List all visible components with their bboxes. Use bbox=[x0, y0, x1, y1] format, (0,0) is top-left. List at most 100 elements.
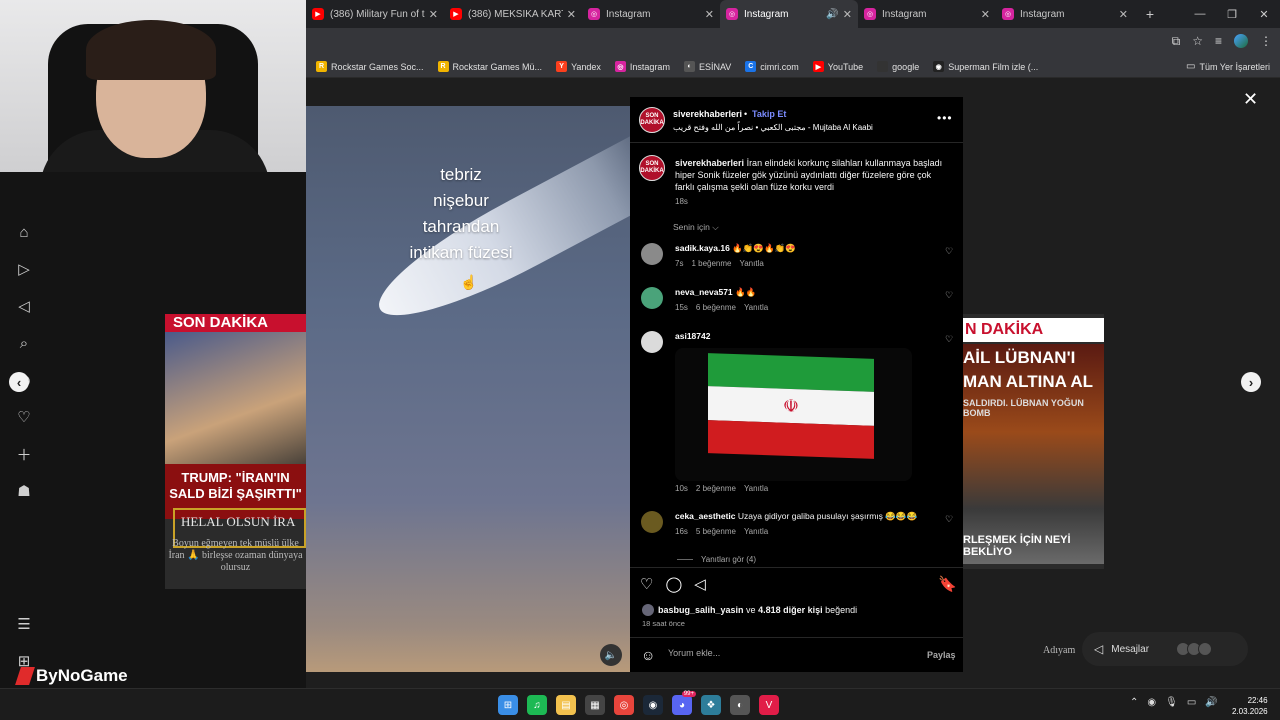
create-icon[interactable]: ＋ bbox=[12, 442, 36, 466]
bookmark-item[interactable]: Y Yandex bbox=[556, 61, 601, 72]
more-menu-icon[interactable]: ☰ bbox=[12, 612, 36, 636]
all-bookmarks-button[interactable]: ▭ Tüm Yer İşaretleri bbox=[1186, 61, 1270, 72]
next-post-button[interactable]: › bbox=[1241, 372, 1261, 392]
left-reel-preview[interactable]: SON DAKİKA TRUMP: "İRAN'IN SALD BİZİ ŞAŞ… bbox=[165, 314, 306, 589]
follow-button[interactable]: Takip Et bbox=[752, 109, 786, 119]
vivaldi-icon[interactable]: V bbox=[759, 695, 779, 715]
chrome-icon[interactable]: ◎ bbox=[614, 695, 634, 715]
install-app-icon[interactable]: ⧉ bbox=[1172, 34, 1181, 49]
reply-button[interactable]: Yanıtla bbox=[744, 484, 768, 493]
commenter-username[interactable]: neva_neva571 bbox=[675, 287, 733, 297]
commenter-avatar[interactable] bbox=[641, 331, 663, 353]
caption-avatar[interactable]: SON DAKİKA bbox=[639, 155, 665, 181]
previous-post-button[interactable]: ‹ bbox=[9, 372, 29, 392]
commenter-avatar[interactable] bbox=[641, 287, 663, 309]
speaker-icon[interactable]: 🔈 bbox=[600, 644, 622, 666]
audio-label[interactable]: مجتبى الكعبي • نصراً من الله وفتح قريب -… bbox=[673, 123, 873, 132]
close-window-icon[interactable]: ✕ bbox=[1248, 0, 1280, 28]
steam-tray-icon[interactable]: ◉ bbox=[1147, 697, 1156, 708]
menu-dots-icon[interactable]: ⋮ bbox=[1260, 34, 1272, 49]
like-heart-icon[interactable]: ♡ bbox=[640, 575, 653, 593]
reply-button[interactable]: Yanıtla bbox=[744, 527, 768, 536]
microphone-icon[interactable]: 🎙 bbox=[1165, 697, 1178, 708]
comment-bubble-icon[interactable]: ◯ bbox=[665, 575, 682, 593]
commenter-username[interactable]: asi18742 bbox=[675, 331, 710, 341]
browser-tab[interactable]: ◎ Instagram ✕ bbox=[582, 0, 720, 28]
close-tab-icon[interactable]: ✕ bbox=[429, 8, 438, 21]
profile-avatar[interactable] bbox=[1234, 34, 1248, 48]
commenter-username[interactable]: ceka_aesthetic bbox=[675, 511, 736, 521]
direct-icon[interactable]: ◁ bbox=[12, 294, 36, 318]
author-username[interactable]: siverekhaberleri bbox=[673, 109, 742, 119]
search-icon[interactable]: ⌕ bbox=[12, 331, 36, 355]
comment-like-heart-icon[interactable]: ♡ bbox=[945, 334, 953, 345]
bookmark-star-icon[interactable]: ☆ bbox=[1192, 34, 1203, 49]
home-icon[interactable]: ⌂ bbox=[12, 220, 36, 244]
commenter-username[interactable]: sadik.kaya.16 bbox=[675, 243, 730, 253]
minimize-icon[interactable]: — bbox=[1184, 0, 1216, 28]
tab-audio-icon[interactable]: 🔊 bbox=[826, 9, 838, 20]
save-bookmark-icon[interactable]: 🔖 bbox=[938, 575, 957, 593]
bookmark-item[interactable]: R Rockstar Games Soc... bbox=[316, 61, 424, 72]
rockstar-icon[interactable]: ◐ bbox=[730, 695, 750, 715]
close-tab-icon[interactable]: ✕ bbox=[567, 8, 576, 21]
comment-likes[interactable]: 5 beğenme bbox=[696, 527, 736, 536]
file-explorer-icon[interactable]: ▤ bbox=[556, 695, 576, 715]
reel-video[interactable]: tebriz nişebur tahrandan intikam füzesi … bbox=[306, 106, 630, 672]
comment-likes[interactable]: 2 beğenme bbox=[696, 484, 736, 493]
close-icon[interactable]: ✕ bbox=[1243, 89, 1258, 110]
commenter-avatar[interactable] bbox=[641, 243, 663, 265]
emoji-icon[interactable]: ☺ bbox=[641, 647, 655, 663]
windows-icon[interactable]: ⊞ bbox=[498, 695, 518, 715]
reels-icon[interactable]: ▷ bbox=[12, 257, 36, 281]
bookmark-item[interactable]: R Rockstar Games Mü... bbox=[437, 61, 542, 72]
comment-likes[interactable]: 1 beğenme bbox=[691, 259, 731, 268]
more-options-icon[interactable]: ••• bbox=[937, 111, 953, 125]
close-tab-icon[interactable]: ✕ bbox=[705, 8, 714, 21]
notifications-heart-icon[interactable]: ♡ bbox=[12, 405, 36, 429]
browser-tab[interactable]: ◎ Instagram ✕ bbox=[858, 0, 996, 28]
author-avatar[interactable]: SON DAKİKA bbox=[639, 107, 665, 133]
comment-likes[interactable]: 6 beğenme bbox=[696, 303, 736, 312]
discord-icon[interactable]: ◕ 99+ bbox=[672, 691, 696, 715]
bookmark-item[interactable]: ◉ Superman Film izle (... bbox=[933, 61, 1038, 72]
liked-by[interactable]: basbug_salih_yasin ve 4.818 diğer kişi b… bbox=[642, 604, 857, 616]
close-tab-icon[interactable]: ✕ bbox=[843, 8, 852, 21]
spotify-icon[interactable]: ♫ bbox=[527, 695, 547, 715]
share-send-icon[interactable]: ◁ bbox=[694, 575, 706, 593]
iran-flag-gif[interactable]: ☫ bbox=[675, 348, 912, 481]
post-comment-button[interactable]: Paylaş bbox=[927, 650, 956, 660]
chevron-up-icon[interactable]: ⌃ bbox=[1130, 697, 1138, 708]
bookmark-item[interactable]: ◎ Instagram bbox=[614, 61, 670, 72]
display-icon[interactable]: ▭ bbox=[1187, 697, 1196, 708]
volume-icon[interactable]: 🔊 bbox=[1205, 697, 1217, 708]
browser-tab[interactable]: ◎ Instagram 🔊 ✕ bbox=[720, 0, 858, 28]
new-tab-button[interactable]: + bbox=[1140, 6, 1160, 22]
close-tab-icon[interactable]: ✕ bbox=[981, 8, 990, 21]
bookmark-item[interactable]: ◐ ESİNAV bbox=[683, 61, 731, 72]
media-controls-icon[interactable]: ≡ bbox=[1215, 34, 1222, 49]
commenter-avatar[interactable] bbox=[641, 511, 663, 533]
comment-sort-dropdown[interactable]: Senin için ⌵ bbox=[673, 222, 719, 233]
app-icon[interactable]: ❖ bbox=[701, 695, 721, 715]
view-replies-button[interactable]: Yanıtları gör (4) bbox=[677, 555, 756, 564]
messages-button[interactable]: ◁ Mesajlar bbox=[1082, 632, 1248, 666]
right-reel-preview[interactable]: N DAKİKA AİL LÜBNAN'I MAN ALTINA AL SALD… bbox=[963, 314, 1104, 569]
store-icon[interactable]: ▦ bbox=[585, 695, 605, 715]
browser-tab[interactable]: ▶(386) MEKSİKA KARTELİNİ✕ bbox=[444, 0, 582, 28]
comment-like-heart-icon[interactable]: ♡ bbox=[945, 290, 953, 301]
bookmark-item[interactable]: google bbox=[877, 61, 919, 72]
system-clock[interactable]: 22:46 2.03.2026 bbox=[1232, 695, 1268, 717]
bookmark-item[interactable]: ▶ YouTube bbox=[812, 61, 863, 72]
comment-input[interactable] bbox=[668, 648, 908, 658]
close-tab-icon[interactable]: ✕ bbox=[1119, 8, 1128, 21]
threads-icon[interactable]: ☗ bbox=[12, 479, 36, 503]
bookmark-item[interactable]: Ccimri.com bbox=[745, 61, 799, 72]
restore-icon[interactable]: ❐ bbox=[1216, 0, 1248, 28]
reply-button[interactable]: Yanıtla bbox=[739, 259, 763, 268]
browser-tab[interactable]: ▶(386) Military Fun of the W✕ bbox=[306, 0, 444, 28]
steam-icon[interactable]: ◉ bbox=[643, 695, 663, 715]
reply-button[interactable]: Yanıtla bbox=[744, 303, 768, 312]
comment-like-heart-icon[interactable]: ♡ bbox=[945, 246, 953, 257]
browser-tab[interactable]: ◎ Instagram ✕ bbox=[996, 0, 1134, 28]
